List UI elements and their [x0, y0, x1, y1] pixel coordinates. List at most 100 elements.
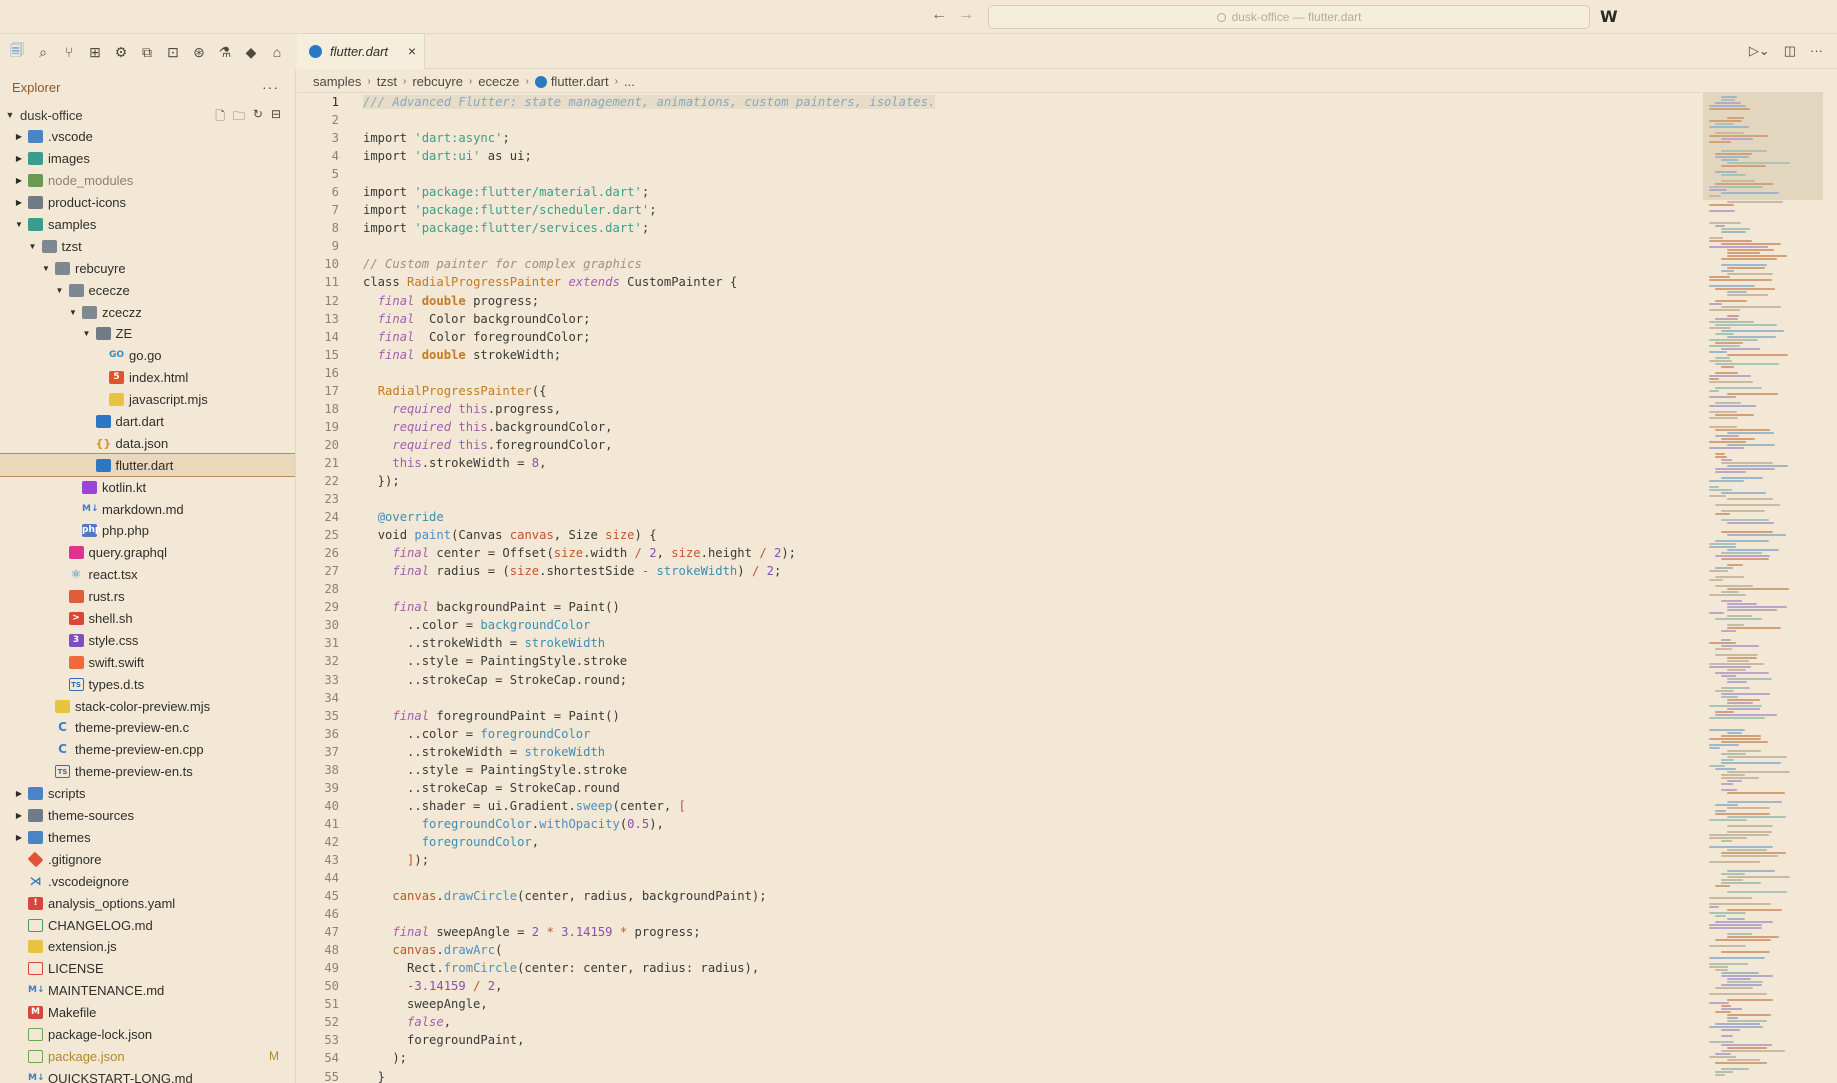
- tree-item[interactable]: ▶ node_modules: [0, 170, 295, 192]
- minimap[interactable]: [1703, 92, 1823, 1083]
- arrow-left-icon[interactable]: ←: [928, 6, 950, 24]
- tree-item[interactable]: ▶M↓QUICKSTART-LONG.md: [0, 1067, 295, 1083]
- tree-item[interactable]: ▶rust.rs: [0, 586, 295, 608]
- breadcrumb-item[interactable]: flutter.dart: [534, 74, 609, 89]
- code-editor[interactable]: 1 /// Advanced Flutter: state management,…: [297, 92, 1701, 1083]
- new-file-icon[interactable]: 🗋: [215, 107, 225, 128]
- tree-item[interactable]: ▼ tzst: [0, 235, 295, 257]
- tree-item[interactable]: ▶dart.dart: [0, 411, 295, 433]
- tree-item[interactable]: ▶Ctheme-preview-en.cpp: [0, 739, 295, 761]
- line-number: 46: [324, 907, 339, 922]
- tree-item[interactable]: ▶{}data.json: [0, 432, 295, 454]
- refresh-icon[interactable]: ↻: [253, 107, 263, 128]
- tree-item[interactable]: ▶swift.swift: [0, 651, 295, 673]
- minimap-line: [1715, 123, 1735, 125]
- js-icon: [109, 393, 124, 407]
- breadcrumb-item[interactable]: ...: [624, 74, 635, 89]
- tree-item[interactable]: ▶>shell.sh: [0, 608, 295, 630]
- tree-item[interactable]: ▼ rebcuyre: [0, 257, 295, 279]
- tree-item[interactable]: ▶⚛react.tsx: [0, 564, 295, 586]
- run-icon[interactable]: ▷⌄: [1749, 43, 1770, 59]
- breadcrumb-item[interactable]: ececze: [478, 74, 519, 89]
- tree-item[interactable]: ▶ scripts: [0, 783, 295, 805]
- remote-icon[interactable]: ⧉: [136, 41, 158, 63]
- folder-icon: [55, 261, 70, 275]
- tree-item[interactable]: ▼ ZE: [0, 323, 295, 345]
- tree-item[interactable]: ▶!analysis_options.yaml: [0, 892, 295, 914]
- tree-item[interactable]: ▶extension.js: [0, 936, 295, 958]
- minimap-line: [1709, 924, 1762, 926]
- minimap-line: [1727, 708, 1761, 710]
- breadcrumb-item[interactable]: samples: [313, 74, 361, 89]
- minimap-line: [1709, 1056, 1736, 1058]
- tree-item[interactable]: ▶kotlin.kt: [0, 476, 295, 498]
- command-center-search[interactable]: dusk-office — flutter.dart: [988, 5, 1590, 29]
- collapse-all-icon[interactable]: ⊟: [271, 107, 281, 128]
- tree-item[interactable]: ▶package.jsonM: [0, 1045, 295, 1067]
- tree-item[interactable]: ▶M↓markdown.md: [0, 498, 295, 520]
- extensions-icon[interactable]: ⊡: [162, 41, 184, 63]
- tree-item[interactable]: ▶TStheme-preview-en.ts: [0, 761, 295, 783]
- breadcrumb-item[interactable]: tzst: [377, 74, 397, 89]
- tree-item[interactable]: ▶javascript.mjs: [0, 389, 295, 411]
- tree-item-label: images: [48, 151, 90, 167]
- tree-item[interactable]: ▶5index.html: [0, 367, 295, 389]
- minimap-line: [1727, 498, 1773, 500]
- tree-item[interactable]: ▶ images: [0, 148, 295, 170]
- tree-item[interactable]: ▶3style.css: [0, 629, 295, 651]
- map-icon[interactable]: ⊞: [84, 41, 106, 63]
- folder-icon: [82, 305, 97, 319]
- more-icon[interactable]: ···: [1810, 43, 1823, 59]
- new-folder-icon[interactable]: 🗀: [233, 107, 245, 128]
- minimap-line: [1709, 489, 1733, 491]
- tree-item[interactable]: ▶TStypes.d.ts: [0, 673, 295, 695]
- tree-item[interactable]: ▶package-lock.json: [0, 1024, 295, 1046]
- search-icon[interactable]: ⌕: [32, 41, 54, 63]
- minimap-line: [1715, 672, 1770, 674]
- tree-item[interactable]: ▼ ececze: [0, 279, 295, 301]
- minimap-line: [1709, 204, 1735, 206]
- tree-item[interactable]: ▶Ctheme-preview-en.c: [0, 717, 295, 739]
- minimap-line: [1727, 1014, 1771, 1016]
- testing-icon[interactable]: ⚗: [214, 41, 236, 63]
- breadcrumb-item[interactable]: rebcuyre: [412, 74, 463, 89]
- minimap-line: [1715, 540, 1769, 542]
- tree-item[interactable]: ▶ theme-sources: [0, 805, 295, 827]
- code-text: final double strokeWidth;: [377, 347, 562, 362]
- tree-item[interactable]: ▶ product-icons: [0, 192, 295, 214]
- tree-item[interactable]: ▼ samples: [0, 214, 295, 236]
- tree-item[interactable]: ▶M↓MAINTENANCE.md: [0, 980, 295, 1002]
- workspace-root[interactable]: ▼ dusk-office 🗋 🗀 ↻ ⊟: [0, 104, 295, 126]
- tree-item[interactable]: ▶ themes: [0, 827, 295, 849]
- split-editor-icon[interactable]: ◫: [1784, 43, 1796, 59]
- tab-flutter-dart[interactable]: flutter.dart ×: [297, 34, 425, 69]
- tree-item[interactable]: ▶CHANGELOG.md: [0, 914, 295, 936]
- source-control-icon[interactable]: ⑂: [58, 41, 80, 63]
- tree-item[interactable]: ▶⋊.vscodeignore: [0, 870, 295, 892]
- tree-item[interactable]: ▶phpphp.php: [0, 520, 295, 542]
- minimap-line: [1721, 330, 1785, 332]
- tree-item[interactable]: ▶.gitignore: [0, 848, 295, 870]
- files-icon[interactable]: 🗐: [6, 41, 28, 63]
- tree-item[interactable]: ▶LICENSE: [0, 958, 295, 980]
- tree-item[interactable]: ▶query.graphql: [0, 542, 295, 564]
- code-line: 31 ..strokeWidth = strokeWidth: [297, 634, 1701, 652]
- close-icon[interactable]: ×: [408, 43, 416, 59]
- debug-icon[interactable]: ⚙: [110, 41, 132, 63]
- code-text: RadialProgressPainter({: [377, 383, 547, 398]
- minimap-line: [1721, 99, 1736, 101]
- more-icon[interactable]: ···: [262, 79, 279, 95]
- dart-icon[interactable]: ◆: [240, 41, 262, 63]
- tree-item[interactable]: ▼ zceczz: [0, 301, 295, 323]
- tree-item[interactable]: ▶flutter.dart: [0, 453, 295, 478]
- minimap-line: [1727, 978, 1751, 980]
- tree-item[interactable]: ▶stack-color-preview.mjs: [0, 695, 295, 717]
- minimap-line: [1727, 756, 1788, 758]
- settings-sync-icon[interactable]: ⊛: [188, 41, 210, 63]
- tree-item[interactable]: ▶ .vscode: [0, 126, 295, 148]
- tree-item[interactable]: ▶GOgo.go: [0, 345, 295, 367]
- arrow-right-icon[interactable]: →: [955, 6, 977, 24]
- code-line: 34: [297, 689, 1701, 707]
- docker-icon[interactable]: ⌂: [266, 41, 288, 63]
- tree-item[interactable]: ▶MMakefile: [0, 1002, 295, 1024]
